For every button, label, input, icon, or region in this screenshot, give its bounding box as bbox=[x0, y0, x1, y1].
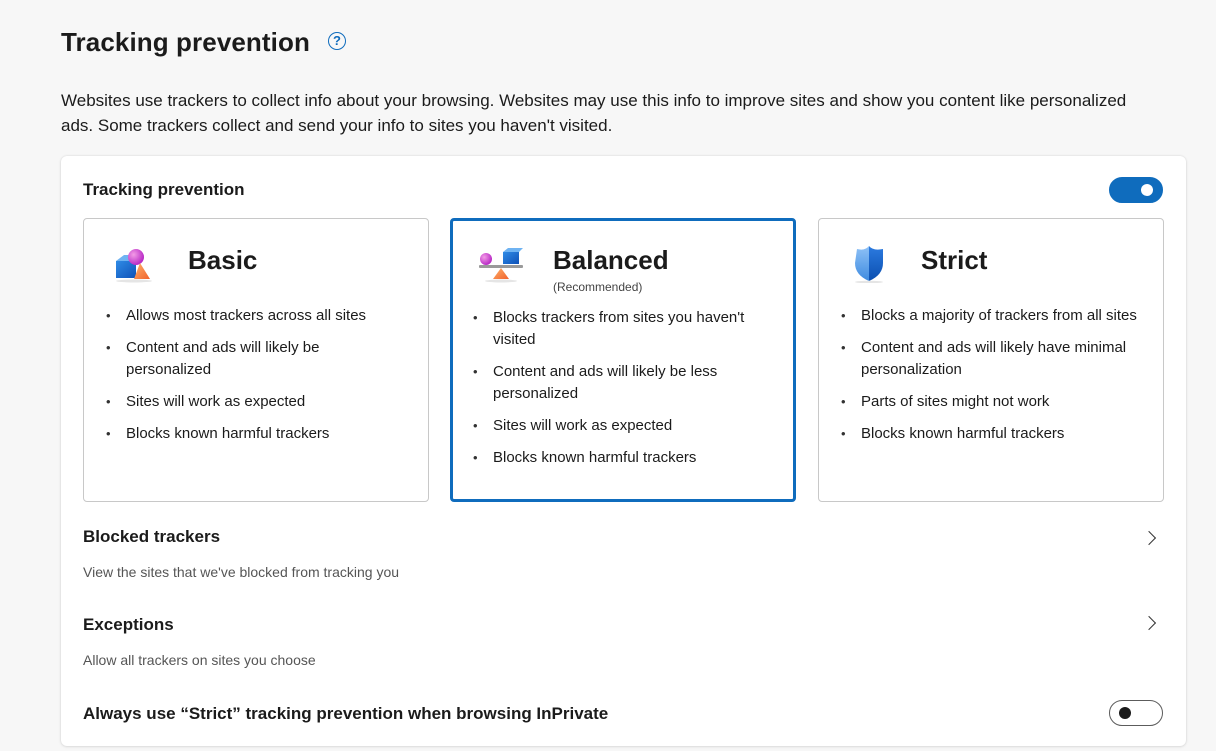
blocked-trackers-description: View the sites that we've blocked from t… bbox=[83, 564, 400, 580]
bullet-item: Sites will work as expected bbox=[104, 391, 404, 413]
option-bullets: Blocks a majority of trackers from all s… bbox=[839, 305, 1139, 455]
chevron-right-icon bbox=[1141, 615, 1157, 631]
page-title: Tracking prevention bbox=[61, 27, 310, 57]
exceptions-row[interactable]: Exceptions Allow all trackers on sites y… bbox=[61, 600, 1186, 676]
blocked-trackers-row[interactable]: Blocked trackers View the sites that we'… bbox=[61, 512, 1186, 588]
inprivate-strict-toggle[interactable] bbox=[1109, 700, 1163, 726]
bullet-item: Allows most trackers across all sites bbox=[104, 305, 404, 327]
exceptions-title: Exceptions bbox=[83, 615, 174, 634]
option-bullets: Blocks trackers from sites you haven't v… bbox=[471, 307, 771, 479]
page-title-group: Tracking prevention ? bbox=[61, 27, 346, 58]
bullet-item: Blocks trackers from sites you haven't v… bbox=[471, 307, 771, 351]
toggle-knob bbox=[1119, 707, 1131, 719]
page-description: Websites use trackers to collect info ab… bbox=[61, 91, 1127, 135]
bullet-item: Sites will work as expected bbox=[471, 415, 771, 437]
bullet-item: Blocks known harmful trackers bbox=[839, 423, 1139, 445]
option-bullets: Allows most trackers across all sites Co… bbox=[104, 305, 404, 455]
bullet-item: Content and ads will likely be less pers… bbox=[471, 361, 771, 405]
inprivate-strict-label: Always use “Strict” tracking prevention … bbox=[83, 704, 609, 723]
bullet-item: Content and ads will likely be personali… bbox=[104, 337, 404, 381]
blocked-trackers-title: Blocked trackers bbox=[83, 527, 221, 546]
tracking-prevention-toggle[interactable] bbox=[1109, 177, 1163, 203]
option-subtitle: (Recommended) bbox=[553, 280, 643, 294]
tracking-prevention-card: Tracking prevention Basic • Allows most … bbox=[61, 156, 1186, 746]
option-basic[interactable]: Basic Allows most trackers across all si… bbox=[83, 218, 429, 502]
shield-icon bbox=[855, 246, 883, 283]
chevron-right-icon bbox=[1141, 530, 1157, 546]
balance-scale-icon bbox=[479, 248, 523, 283]
bullet-item: Parts of sites might not work bbox=[839, 391, 1139, 413]
exceptions-description: Allow all trackers on sites you choose bbox=[83, 652, 316, 668]
bullet-item: Blocks known harmful trackers bbox=[104, 423, 404, 445]
option-balanced[interactable]: Balanced (Recommended) Blocks trackers f… bbox=[450, 218, 796, 502]
option-title: Basic bbox=[188, 245, 258, 275]
option-strict[interactable]: Strict Blocks a majority of trackers fro… bbox=[818, 218, 1164, 502]
option-title: Balanced bbox=[553, 245, 669, 275]
help-icon[interactable]: ? bbox=[327, 31, 346, 50]
card-header: Tracking prevention bbox=[83, 180, 245, 199]
option-title: Strict bbox=[921, 245, 988, 275]
bullet-item: Blocks known harmful trackers bbox=[471, 447, 771, 469]
bullet-item: Content and ads will likely have minimal… bbox=[839, 337, 1139, 381]
basic-shapes-icon bbox=[116, 249, 152, 283]
toggle-knob bbox=[1141, 184, 1153, 196]
bullet-item: Blocks a majority of trackers from all s… bbox=[839, 305, 1139, 327]
